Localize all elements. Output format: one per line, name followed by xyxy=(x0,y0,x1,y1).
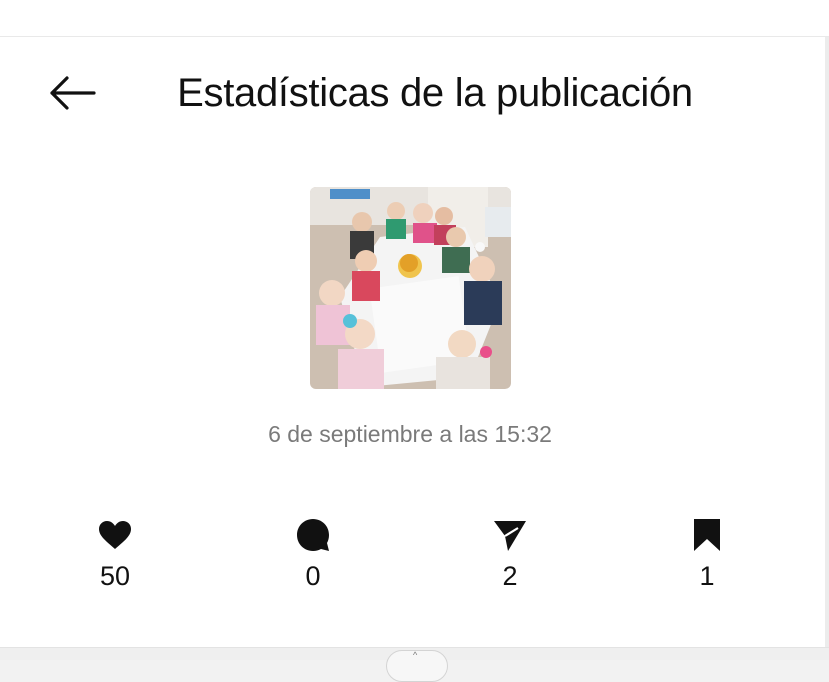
likes-count: 50 xyxy=(99,561,131,591)
post-date: 6 de septiembre a las 15:32 xyxy=(268,421,552,447)
saves-stat: 1 xyxy=(647,515,767,605)
likes-stat: 50 xyxy=(55,515,175,605)
shares-stat: 2 xyxy=(450,515,570,605)
back-button[interactable] xyxy=(44,69,100,117)
bookmark-icon xyxy=(692,515,722,555)
header: Estadísticas de la publicación xyxy=(0,37,825,147)
comments-count: 0 xyxy=(305,561,321,591)
shares-count: 2 xyxy=(502,561,518,591)
saves-count: 1 xyxy=(699,561,715,591)
heart-icon xyxy=(98,515,132,555)
comments-stat: 0 xyxy=(253,515,373,605)
arrow-left-icon xyxy=(50,76,96,110)
post-thumbnail[interactable] xyxy=(310,187,511,389)
post-photo-thumbnail xyxy=(310,187,511,389)
page-title: Estadísticas de la publicación xyxy=(177,71,693,115)
comment-icon xyxy=(295,515,331,555)
top-strip xyxy=(0,0,829,37)
post-insights-panel: Estadísticas de la publicación 6 de sept… xyxy=(0,37,825,647)
send-icon xyxy=(492,515,528,555)
panel-edge xyxy=(825,37,829,647)
